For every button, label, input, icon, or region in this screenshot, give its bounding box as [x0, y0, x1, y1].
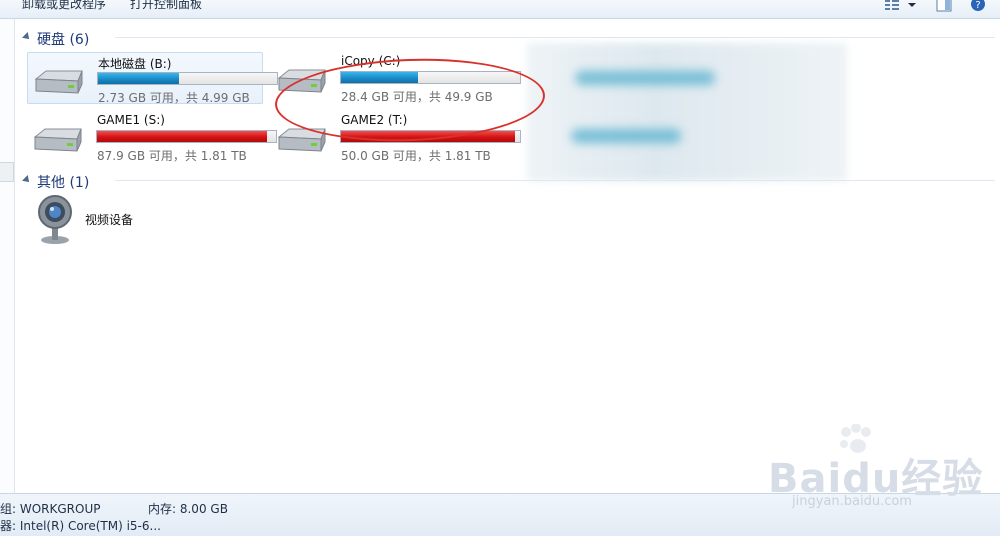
drive-name: GAME1 (S:) [97, 113, 165, 127]
memory-text: 内存: 8.00 GB [148, 502, 228, 516]
view-options-icon[interactable] [884, 0, 900, 12]
processor-text: 器: Intel(R) Core(TM) i5-6... [0, 519, 161, 533]
uninstall-program-button[interactable]: 卸载或更改程序 [22, 0, 106, 12]
drive-name: 本地磁盘 (B:) [98, 57, 172, 71]
preview-pane-icon[interactable] [936, 0, 952, 12]
hard-drive-icon [33, 128, 82, 152]
help-icon[interactable]: ? [970, 0, 986, 12]
pane-resize-handle[interactable] [0, 162, 14, 182]
device-name[interactable]: 视频设备 [85, 211, 133, 228]
chevron-down-icon[interactable] [907, 0, 917, 12]
drive-usage-bar [96, 130, 277, 143]
drive-space-info: 50.0 GB 可用，共 1.81 TB [341, 149, 491, 163]
redacted-area [527, 43, 847, 181]
group-title: 其他 (1) [37, 175, 90, 191]
group-divider [115, 37, 995, 38]
drive-tile-s[interactable]: GAME1 (S:) 87.9 GB 可用，共 1.81 TB [27, 111, 277, 163]
collapse-icon[interactable] [22, 175, 32, 185]
hard-drive-icon [34, 70, 83, 94]
group-header-other[interactable]: 其他 (1) [15, 169, 995, 191]
webcam-icon[interactable] [35, 194, 75, 246]
open-control-panel-button[interactable]: 打开控制面板 [130, 0, 202, 12]
collapse-icon[interactable] [22, 32, 32, 42]
drive-tile-b[interactable]: 本地磁盘 (B:) 2.73 GB 可用，共 4.99 GB [27, 52, 278, 105]
drive-space-info: 87.9 GB 可用，共 1.81 TB [97, 149, 247, 163]
workgroup-text: 组: WORKGROUP [0, 502, 101, 516]
drive-usage-bar [97, 72, 278, 85]
group-header-drives[interactable]: 硬盘 (6) [15, 26, 995, 48]
group-divider [115, 180, 995, 181]
redacted-usage-bar [575, 71, 715, 85]
content-area: 硬盘 (6) 本地磁盘 (B:) 2.73 GB 可用，共 4.99 GB iC… [15, 19, 1000, 493]
redacted-usage-bar [571, 129, 681, 143]
command-bar: 卸载或更改程序 打开控制面板 ? [0, 0, 1000, 19]
group-title: 硬盘 (6) [37, 32, 90, 48]
svg-text:?: ? [975, 0, 980, 11]
watermark-url: jingyan.baidu.com [792, 494, 912, 509]
drive-space-info: 2.73 GB 可用，共 4.99 GB [98, 91, 250, 105]
navigation-pane[interactable] [0, 19, 15, 493]
